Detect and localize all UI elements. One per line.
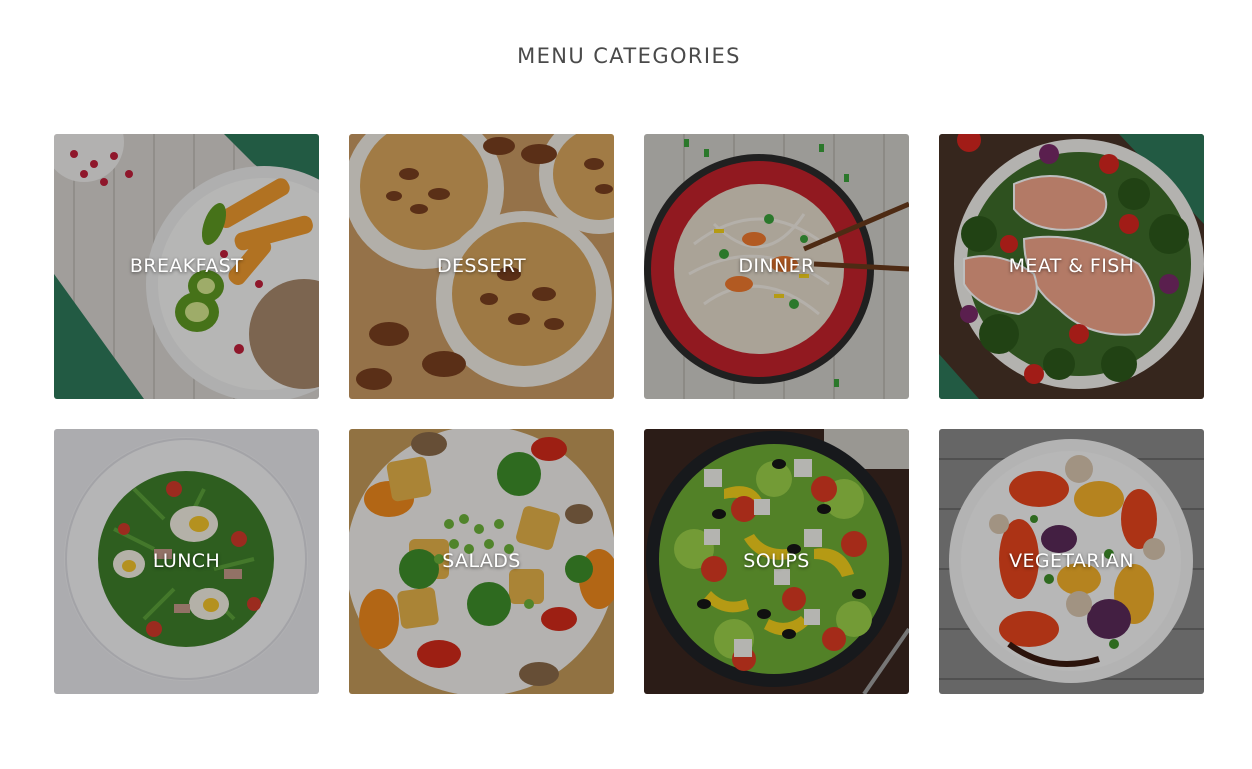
category-card-salads[interactable]: SALADS [349,429,614,694]
category-card-lunch[interactable]: LUNCH [54,429,319,694]
category-label: LUNCH [152,550,221,572]
category-card-meat-fish[interactable]: MEAT & FISH [939,134,1204,399]
category-label: BREAKFAST [129,255,244,277]
category-label: SOUPS [743,550,810,572]
category-label: SALADS [442,550,521,572]
category-label: DINNER [738,255,815,277]
category-card-vegetarian[interactable]: VEGETARIAN [939,429,1204,694]
category-label: MEAT & FISH [1008,255,1135,277]
category-card-dinner[interactable]: DINNER [644,134,909,399]
category-label: DESSERT [437,255,526,277]
category-card-dessert[interactable]: DESSERT [349,134,614,399]
category-grid: BREAKFAST DESSERT DINNER MEAT & FISH LUN… [54,134,1204,694]
category-label: VEGETARIAN [1009,550,1134,572]
section-title: MENU CATEGORIES [517,44,741,68]
menu-categories-page: MENU CATEGORIES BREAKFAST DESSERT DINNER… [0,0,1252,769]
category-card-soups[interactable]: SOUPS [644,429,909,694]
category-card-breakfast[interactable]: BREAKFAST [54,134,319,399]
